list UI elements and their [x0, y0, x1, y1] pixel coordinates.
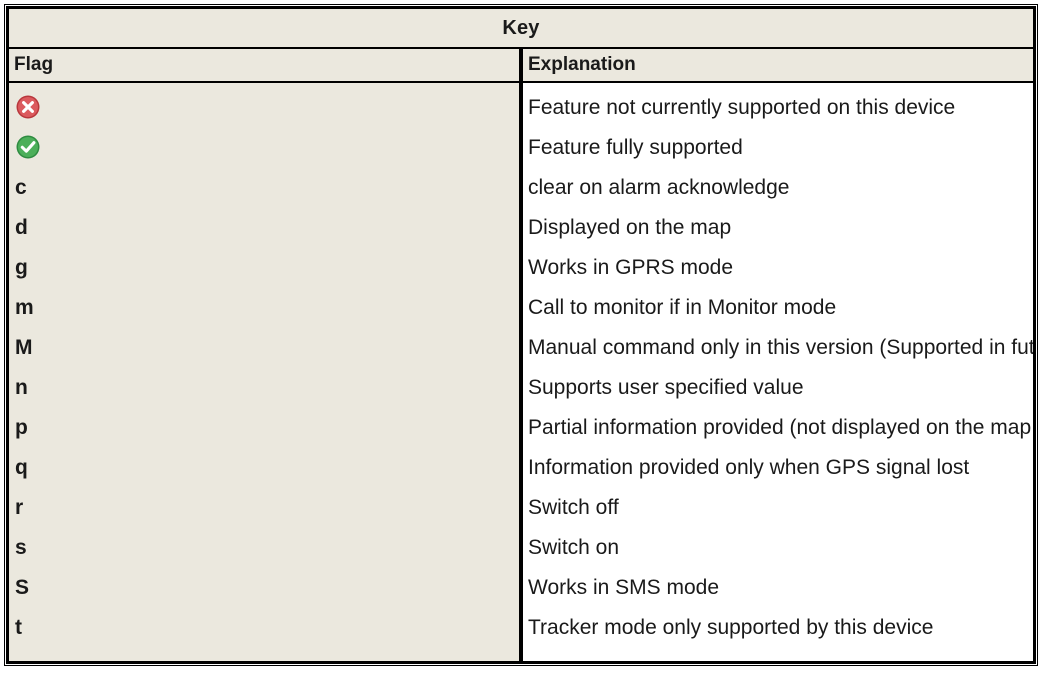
- flag-list: cdgmMnpqrsSt: [9, 83, 519, 648]
- flag-cell: c: [15, 176, 27, 199]
- green-check-circle-icon: [15, 134, 41, 160]
- flag-cell: s: [15, 536, 27, 559]
- explanation-cell: Manual command only in this version (Sup…: [528, 336, 1033, 359]
- explanation-cell: Switch off: [528, 496, 619, 519]
- flag-cell: p: [15, 416, 28, 439]
- flag-cell: d: [15, 216, 28, 239]
- flag-cell: [9, 88, 519, 128]
- flag-cell: M: [15, 336, 33, 359]
- flag-cell: m: [15, 296, 34, 319]
- explanation-cell: Call to monitor if in Monitor mode: [528, 296, 837, 319]
- explanation-cell: Tracker mode only supported by this devi…: [528, 616, 934, 639]
- explanation-cell: Switch on: [528, 536, 620, 559]
- explanation-cell: Feature fully supported: [528, 136, 743, 159]
- explanation-cell: Feature not currently supported on this …: [528, 96, 956, 119]
- explanation-list: Feature not currently supported on this …: [523, 83, 1033, 648]
- red-cross-circle-icon: [15, 94, 41, 120]
- table-body-row: cdgmMnpqrsSt Feature not currently suppo…: [7, 83, 1035, 663]
- flag-cell: n: [15, 376, 28, 399]
- explanation-cell: Displayed on the map: [528, 216, 732, 239]
- flag-cell: [9, 128, 519, 168]
- table-title: Key: [7, 7, 1035, 49]
- flag-cell: g: [15, 256, 28, 279]
- explanation-cell: clear on alarm acknowledge: [528, 176, 790, 199]
- explanation-cell: Works in SMS mode: [528, 576, 719, 599]
- explanation-cell: Information provided only when GPS signa…: [528, 456, 970, 479]
- table-title-row: Key: [7, 7, 1035, 49]
- key-table-container: Key Flag Explanation cdgmMnpqrsSt Featur…: [4, 4, 1038, 666]
- explanation-column-cell: Feature not currently supported on this …: [521, 83, 1035, 663]
- flag-cell: S: [15, 576, 30, 599]
- table-header-row: Flag Explanation: [7, 49, 1035, 83]
- column-header-explanation: Explanation: [521, 49, 1035, 83]
- key-table: Key Flag Explanation cdgmMnpqrsSt Featur…: [7, 7, 1035, 663]
- explanation-cell: Supports user specified value: [528, 376, 804, 399]
- column-header-flag: Flag: [7, 49, 521, 83]
- flag-cell: r: [15, 496, 24, 519]
- flag-cell: t: [15, 616, 22, 639]
- flag-cell: q: [15, 456, 28, 479]
- explanation-cell: Works in GPRS mode: [528, 256, 734, 279]
- explanation-cell: Partial information provided (not displa…: [528, 416, 1033, 439]
- flag-column-cell: cdgmMnpqrsSt: [7, 83, 521, 663]
